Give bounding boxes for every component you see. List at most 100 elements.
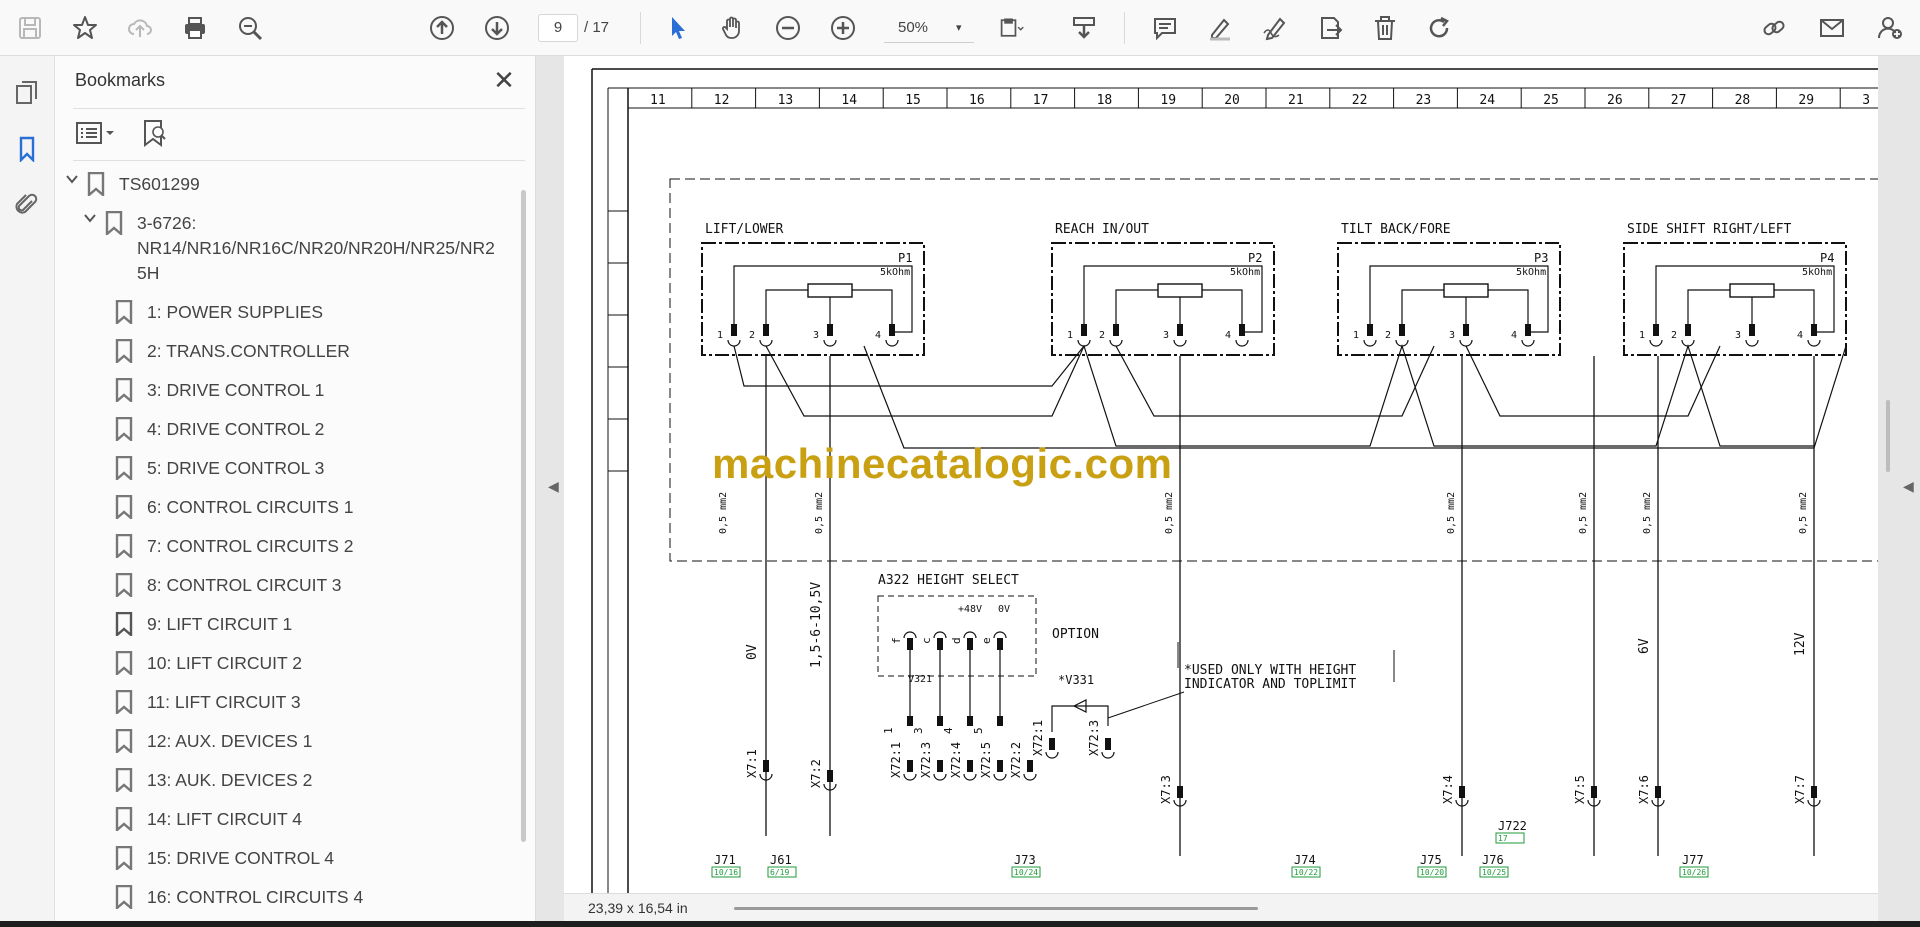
share-icon[interactable] [1312, 10, 1348, 46]
collapse-left-icon[interactable]: ◀ [548, 478, 559, 495]
bookmark-item[interactable]: 3: DRIVE CONTROL 1 [115, 377, 324, 404]
jumper-xref: 10/25 [1482, 868, 1506, 877]
upload-icon[interactable] [122, 10, 158, 46]
attachment-icon[interactable] [10, 188, 44, 222]
wire-size-label: 0,5 mm2 [1642, 492, 1653, 534]
terminal-socket [1807, 339, 1821, 347]
link-icon[interactable] [1756, 10, 1792, 46]
hand-icon[interactable] [715, 10, 751, 46]
arrow-up-icon[interactable] [424, 10, 460, 46]
page-thumbnails-icon[interactable] [10, 76, 44, 110]
zoom-out-icon[interactable] [770, 10, 806, 46]
bookmark-item[interactable]: 10: LIFT CIRCUIT 2 [115, 650, 302, 677]
bookmark-item[interactable]: 13: AUK. DEVICES 2 [115, 767, 312, 794]
terminal-pin [1177, 324, 1183, 336]
connector-label: X72:1 [1031, 720, 1045, 756]
chevron-down-icon[interactable] [81, 211, 99, 228]
arrow-down-icon[interactable] [479, 10, 515, 46]
comment-icon[interactable] [1147, 10, 1183, 46]
wire-size-label: 0,5 mm2 [1798, 492, 1809, 534]
fit-page-icon[interactable] [994, 10, 1030, 46]
print-icon[interactable] [177, 10, 213, 46]
module-pin-label: d [950, 637, 963, 644]
star-icon[interactable] [67, 10, 103, 46]
horizontal-scrollbar[interactable] [734, 907, 1258, 910]
zoom-select[interactable]: 50% ▾ [884, 14, 974, 43]
column-number: 19 [1160, 93, 1176, 108]
joystick-title: TILT BACK/FORE [1341, 222, 1451, 237]
email-icon[interactable] [1814, 10, 1850, 46]
connector-pin [1655, 786, 1661, 798]
column-number: 29 [1798, 93, 1814, 108]
zoom-in-icon[interactable] [825, 10, 861, 46]
bookmark-label: 9: LIFT CIRCUIT 1 [147, 614, 293, 634]
connector-pin [1459, 786, 1465, 798]
connector-label: X7:3 [1159, 775, 1173, 804]
jumper-xref: 10/22 [1294, 868, 1318, 877]
connector-socket [963, 773, 977, 781]
search-zoom-icon[interactable] [232, 10, 268, 46]
bookmark-item[interactable]: 9: LIFT CIRCUIT 1 [115, 611, 293, 638]
scroll-mode-icon[interactable] [1066, 10, 1102, 46]
vertical-scrollbar[interactable] [1886, 400, 1890, 472]
bookmark-item[interactable]: 7: CONTROL CIRCUITS 2 [115, 533, 353, 560]
bookmark-item[interactable]: 15: DRIVE CONTROL 4 [115, 845, 334, 872]
wire [765, 289, 808, 332]
bookmark-label: 12: AUX. DEVICES 1 [147, 731, 313, 751]
bookmark-item[interactable]: TS601299 [63, 171, 200, 198]
bookmark-item[interactable]: 2: TRANS.CONTROLLER [115, 338, 350, 365]
bookmark-icon [87, 171, 105, 198]
bookmark-item[interactable]: 8: CONTROL CIRCUIT 3 [115, 572, 341, 599]
connector-label: X72:1 [889, 742, 903, 778]
terminal-socket [885, 339, 899, 347]
close-icon[interactable]: ✕ [491, 67, 517, 94]
pin-number: 2 [1099, 330, 1105, 341]
bookmark-options-button[interactable] [75, 118, 121, 148]
chevron-down-icon[interactable] [63, 172, 81, 189]
pin-number: 4 [1225, 330, 1231, 341]
new-bookmark-button[interactable] [139, 118, 169, 148]
jumper-ref: J73 [1014, 853, 1036, 867]
column-number: 17 [1033, 93, 1049, 108]
bookmark-item[interactable]: 4: DRIVE CONTROL 2 [115, 416, 324, 443]
bookmark-item[interactable]: 12: AUX. DEVICES 1 [115, 728, 313, 755]
connector-pin [1811, 786, 1817, 798]
rotate-icon[interactable] [1422, 10, 1458, 46]
main-toolbar: 9 / 17 50% ▾ [0, 0, 1920, 56]
column-number: 16 [969, 93, 985, 108]
taskbar-edge [0, 921, 1920, 927]
terminal-pin [937, 638, 943, 650]
panel-scrollbar[interactable] [521, 190, 526, 842]
connector-label: X72:3 [1087, 720, 1101, 756]
wire [1687, 289, 1730, 332]
column-number: 12 [714, 93, 730, 108]
jumper-ref: J75 [1420, 853, 1442, 867]
bookmark-item[interactable]: 16: CONTROL CIRCUITS 4 [115, 884, 363, 911]
collapse-right-icon[interactable]: ◀ [1903, 478, 1914, 495]
bookmark-item[interactable]: 6: CONTROL CIRCUITS 1 [115, 494, 353, 521]
chevron-down-icon: ▾ [956, 22, 962, 34]
sign-icon[interactable] [1257, 10, 1293, 46]
bookmark-panel-icon[interactable] [10, 132, 44, 166]
bookmark-item[interactable]: 14: LIFT CIRCUIT 4 [115, 806, 302, 833]
bookmark-item[interactable]: 3-6726: NR14/NR16/NR16C/NR20/NR20H/NR25/N… [81, 210, 495, 286]
column-number: 23 [1416, 93, 1432, 108]
page-number-input[interactable]: 9 [538, 14, 578, 42]
user-add-icon[interactable] [1872, 10, 1908, 46]
bookmark-item[interactable]: 1: POWER SUPPLIES [115, 299, 323, 326]
module-title: A322 HEIGHT SELECT [878, 573, 1019, 588]
pin-number: 1 [717, 330, 723, 341]
bookmark-icon [115, 845, 133, 872]
connector-socket [1101, 751, 1115, 759]
bookmark-icon [115, 338, 133, 365]
supply-label: +48V [958, 604, 982, 615]
resistor [807, 283, 853, 298]
bookmark-icon [115, 416, 133, 443]
delete-icon[interactable] [1367, 10, 1403, 46]
highlight-icon[interactable] [1202, 10, 1238, 46]
bookmark-item[interactable]: 11: LIFT CIRCUIT 3 [115, 689, 301, 716]
select-cursor-icon[interactable] [660, 10, 696, 46]
terminal-pin [731, 324, 737, 336]
bookmark-item[interactable]: 5: DRIVE CONTROL 3 [115, 455, 324, 482]
save-icon[interactable] [12, 10, 48, 46]
